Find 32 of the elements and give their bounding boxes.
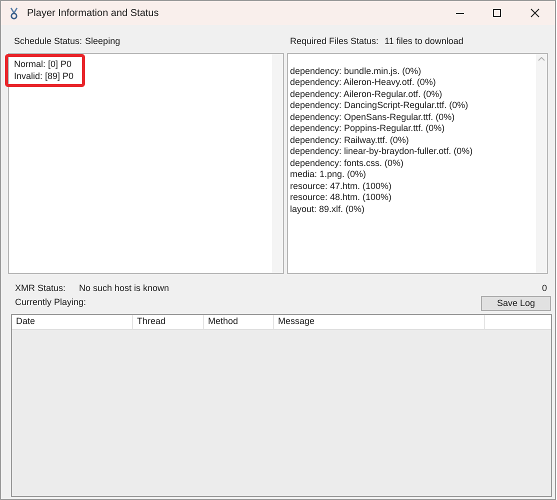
required-files-label: Required Files Status: — [290, 35, 379, 48]
xmr-status-value: No such host is known — [79, 282, 170, 296]
text-line: dependency: DancingScript-Regular.ttf. (0%) — [290, 100, 470, 112]
text-line: resource: 47.htm. (100%) — [290, 180, 393, 192]
text-line: Invalid: [89] P0 — [14, 70, 75, 82]
schedule-status-label: Schedule Status: — [14, 35, 82, 48]
column-header[interactable]: Method — [204, 315, 274, 329]
maximize-icon — [492, 8, 502, 18]
app-icon — [9, 6, 19, 20]
text-line: dependency: fonts.css. (0%) — [290, 158, 405, 169]
text-line: dependency: Aileron-Regular.otf. (0%) — [290, 88, 444, 100]
text-line: dependency: Poppins-Regular.ttf. (0%) — [290, 123, 446, 134]
text-line: resource: 48.htm. (100%) — [290, 192, 393, 204]
text-line: dependency: bundle.min.js. (0%) — [290, 66, 422, 77]
text-line: dependency: OpenSans-Regular.ttf. (0%) — [290, 112, 456, 123]
column-header[interactable]: Date — [12, 315, 133, 329]
text-line: Normal: [0] P0 — [14, 59, 73, 70]
text-line: layout: 89.xlf. (0%) — [290, 204, 366, 215]
text-line: dependency: Railway.ttf. (0%) — [290, 134, 410, 146]
window-title: Player Information and Status — [27, 6, 159, 20]
close-icon — [530, 8, 540, 18]
save-log-button[interactable]: Save Log — [481, 296, 551, 310]
text-line: dependency: Aileron-Heavy.otf. (0%) — [290, 77, 437, 88]
log-count: 0 — [542, 282, 547, 296]
text-line: dependency: linear-by-braydon-fuller.otf. (0%) — [290, 146, 474, 158]
schedule-status-value: Sleeping — [85, 35, 120, 48]
column-header[interactable]: Message — [274, 315, 485, 329]
required-files-value: 11 files to download — [384, 35, 464, 48]
xmr-status-label: XMR Status: — [15, 282, 67, 296]
column-header[interactable]: Thread — [133, 315, 204, 329]
text-line: media: 1.png. (0%) — [290, 169, 368, 180]
currently-playing-label: Currently Playing: — [15, 296, 86, 310]
